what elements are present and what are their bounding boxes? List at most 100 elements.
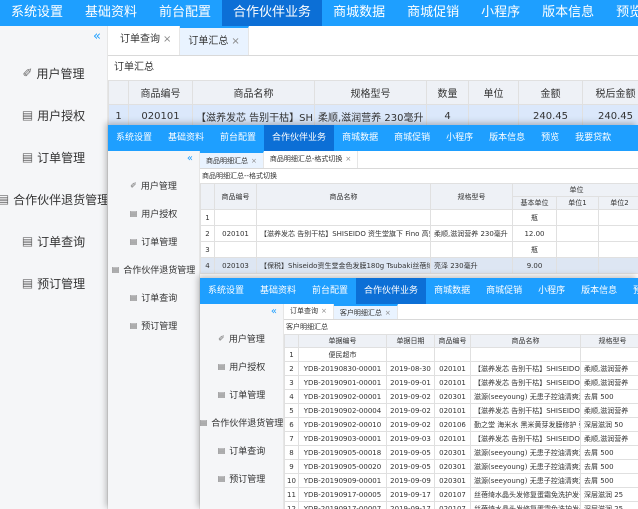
cell bbox=[598, 225, 638, 242]
sidebar-item-user-management[interactable]: ✐ 用户管理 bbox=[200, 324, 283, 352]
tab-order-query[interactable]: 订单查询 × bbox=[112, 26, 181, 55]
sidebar-item-order-query[interactable]: ▤ 订单查询 bbox=[200, 436, 283, 464]
list-icon: ▤ bbox=[21, 108, 34, 122]
table-row[interactable]: 5 YDB-20190902-00004 2019-09-02 020101 【滋养发芯… bbox=[284, 403, 638, 418]
tab-product-detail-summary[interactable]: 商品明细汇总 × bbox=[200, 151, 264, 168]
sidebar-item-order-management[interactable]: ▤ 订单管理 bbox=[200, 380, 283, 408]
close-icon[interactable]: × bbox=[251, 157, 257, 165]
table-row[interactable]: 8 YDB-20190905-00018 2019-09-05 020301 滋源(se… bbox=[284, 445, 638, 460]
col-header-product-code[interactable]: 商品编号 bbox=[214, 183, 257, 210]
table-row[interactable]: 4 YDB-20190902-00001 2019-09-02 020301 滋源(se… bbox=[284, 389, 638, 404]
table-row[interactable]: 3瓶 bbox=[200, 241, 638, 258]
col-header-spec[interactable]: 规格型号 bbox=[430, 183, 513, 210]
close-icon[interactable]: × bbox=[321, 307, 327, 315]
nav-frontend-config[interactable]: 前台配置 bbox=[304, 278, 356, 304]
col-header-product-name[interactable]: 商品名称 bbox=[256, 183, 431, 210]
sidebar-item-booking-management[interactable]: ▤ 预订管理 bbox=[0, 262, 107, 304]
table-row[interactable]: 11 YDB-20190917-00005 2019-09-17 020107 丝蓓绮水… bbox=[284, 487, 638, 502]
sidebar-item-order-management[interactable]: ▤ 订单管理 bbox=[0, 136, 107, 178]
nav-loan[interactable]: 我要贷款 bbox=[567, 125, 619, 151]
table-row[interactable]: 1瓶 bbox=[200, 209, 638, 226]
table-row[interactable]: 12 YDB-20190917-00007 2019-09-17 020107 丝蓓绮水… bbox=[284, 501, 638, 509]
table-row[interactable]: 10 YDB-20190909-00001 2019-09-09 020301 滋源(s… bbox=[284, 473, 638, 488]
nav-system-settings[interactable]: 系统设置 bbox=[0, 0, 74, 26]
sidebar-item-user-authorization[interactable]: ▤ 用户授权 bbox=[200, 352, 283, 380]
nav-mall-promotion[interactable]: 商城促销 bbox=[396, 0, 470, 26]
cell bbox=[430, 241, 513, 258]
col-header-unit[interactable]: 单位 bbox=[468, 80, 519, 105]
close-icon[interactable]: × bbox=[345, 155, 351, 163]
col-header-quantity[interactable]: 数量 bbox=[426, 80, 469, 105]
table-row[interactable]: 1 便民超市 bbox=[284, 347, 638, 362]
table-row[interactable]: 2020101【滋养发芯 告别干枯】SHISEIDO 资生堂旗下 Fino 高效… bbox=[200, 225, 638, 242]
close-icon[interactable]: × bbox=[163, 34, 171, 45]
collapse-sidebar-icon[interactable]: « bbox=[0, 26, 107, 52]
sidebar-item-partner-returns[interactable]: ▤合作伙伴退货管理 bbox=[200, 408, 283, 436]
nav-partner-business[interactable]: 合作伙伴业务 bbox=[356, 278, 427, 304]
table-row[interactable]: 3 YDB-20190901-00001 2019-09-01 020101 【滋养发芯… bbox=[284, 375, 638, 390]
sidebar-item-booking-management[interactable]: ▤ 预订管理 bbox=[200, 464, 283, 492]
tab-customer-detail-summary[interactable]: 客户明细汇总 × bbox=[333, 304, 398, 319]
nav-system-settings[interactable]: 系统设置 bbox=[200, 278, 252, 304]
collapse-sidebar-icon[interactable]: « bbox=[200, 304, 283, 324]
sidebar-item-user-management[interactable]: ✐ 用户管理 bbox=[0, 52, 107, 94]
nav-mall-data[interactable]: 商城数据 bbox=[426, 278, 478, 304]
nav-partner-business[interactable]: 合作伙伴业务 bbox=[264, 125, 335, 151]
close-icon[interactable]: × bbox=[231, 36, 239, 47]
sidebar-item-order-query[interactable]: ▤ 订单查询 bbox=[108, 283, 199, 311]
nav-system-settings[interactable]: 系统设置 bbox=[108, 125, 160, 151]
nav-mini-program[interactable]: 小程序 bbox=[470, 0, 531, 26]
table-row[interactable]: 2 YDB-20190830-00001 2019-08-30 020101 【滋养发芯… bbox=[284, 361, 638, 376]
col-header-document-date[interactable]: 单据日期 bbox=[386, 334, 435, 348]
nav-frontend-config[interactable]: 前台配置 bbox=[212, 125, 264, 151]
nav-preview[interactable]: 预览 bbox=[533, 125, 567, 151]
nav-mall-data[interactable]: 商城数据 bbox=[334, 125, 386, 151]
nav-mini-program[interactable]: 小程序 bbox=[530, 278, 573, 304]
nav-mini-program[interactable]: 小程序 bbox=[438, 125, 481, 151]
sidebar-item-partner-returns[interactable]: ▤合作伙伴退货管理 bbox=[0, 178, 107, 220]
table-row[interactable]: 7 YDB-20190903-00001 2019-09-03 020101 【滋养发芯… bbox=[284, 431, 638, 446]
nav-basic-data[interactable]: 基础资料 bbox=[160, 125, 212, 151]
nav-version-info[interactable]: 版本信息 bbox=[531, 0, 605, 26]
table-row[interactable]: 9 YDB-20190905-00020 2019-09-05 020301 滋源(se… bbox=[284, 459, 638, 474]
sidebar-item-user-authorization[interactable]: ▤ 用户授权 bbox=[108, 199, 199, 227]
col-header-product-name[interactable]: 商品名称 bbox=[192, 80, 315, 105]
sidebar-item-order-management[interactable]: ▤ 订单管理 bbox=[108, 227, 199, 255]
col-header-product-code[interactable]: 商品编号 bbox=[128, 80, 193, 105]
col-header-unit1[interactable]: 单位1 bbox=[556, 196, 599, 210]
nav-version-info[interactable]: 版本信息 bbox=[573, 278, 625, 304]
col-header-spec[interactable]: 规格型号 bbox=[580, 334, 638, 348]
nav-basic-data[interactable]: 基础资料 bbox=[252, 278, 304, 304]
cell: 020103 bbox=[214, 257, 257, 274]
table-row[interactable]: 4 020103 【保税】Shiseido资生堂金色发膜180g Tsubaki丝蓓… bbox=[200, 257, 638, 274]
sidebar-item-user-management[interactable]: ✐ 用户管理 bbox=[108, 171, 199, 199]
nav-mall-promotion[interactable]: 商城促销 bbox=[386, 125, 438, 151]
col-header-base-unit[interactable]: 基本单位 bbox=[512, 196, 557, 210]
col-header-product-name[interactable]: 商品名称 bbox=[470, 334, 581, 348]
tab-order-query[interactable]: 订单查询 × bbox=[284, 304, 334, 319]
sidebar-item-order-query[interactable]: ▤ 订单查询 bbox=[0, 220, 107, 262]
sidebar-item-booking-management[interactable]: ▤ 预订管理 bbox=[108, 311, 199, 339]
col-header-document-number[interactable]: 单据编号 bbox=[298, 334, 387, 348]
nav-preview[interactable]: 预览 bbox=[625, 278, 638, 304]
col-header-unit2[interactable]: 单位2 bbox=[598, 196, 638, 210]
nav-frontend-config[interactable]: 前台配置 bbox=[148, 0, 222, 26]
collapse-sidebar-icon[interactable]: « bbox=[108, 151, 199, 171]
cell: 滋源(seeyoung) 无患子控油清爽洗 bbox=[470, 459, 581, 474]
col-header-amount[interactable]: 金额 bbox=[518, 80, 583, 105]
nav-version-info[interactable]: 版本信息 bbox=[481, 125, 533, 151]
sidebar-item-user-authorization[interactable]: ▤ 用户授权 bbox=[0, 94, 107, 136]
nav-mall-data[interactable]: 商城数据 bbox=[322, 0, 396, 26]
sidebar-item-partner-returns[interactable]: ▤合作伙伴退货管理 bbox=[108, 255, 199, 283]
col-header-after-tax-amount[interactable]: 税后金额 bbox=[582, 80, 638, 105]
tab-product-detail-summary-format[interactable]: 商品明细汇总-格式切换 × bbox=[264, 151, 359, 168]
nav-mall-promotion[interactable]: 商城促销 bbox=[478, 278, 530, 304]
col-header-spec[interactable]: 规格型号 bbox=[314, 80, 427, 105]
tab-order-summary[interactable]: 订单汇总 × bbox=[180, 26, 249, 55]
nav-basic-data[interactable]: 基础资料 bbox=[74, 0, 148, 26]
nav-partner-business[interactable]: 合作伙伴业务 bbox=[222, 0, 323, 26]
col-header-product-code[interactable]: 商品编号 bbox=[434, 334, 471, 348]
table-row[interactable]: 6 YDB-20190902-00010 2019-09-02 020106 勤之堂 海… bbox=[284, 417, 638, 432]
nav-preview[interactable]: 预览 bbox=[605, 0, 638, 26]
close-icon[interactable]: × bbox=[385, 309, 391, 317]
